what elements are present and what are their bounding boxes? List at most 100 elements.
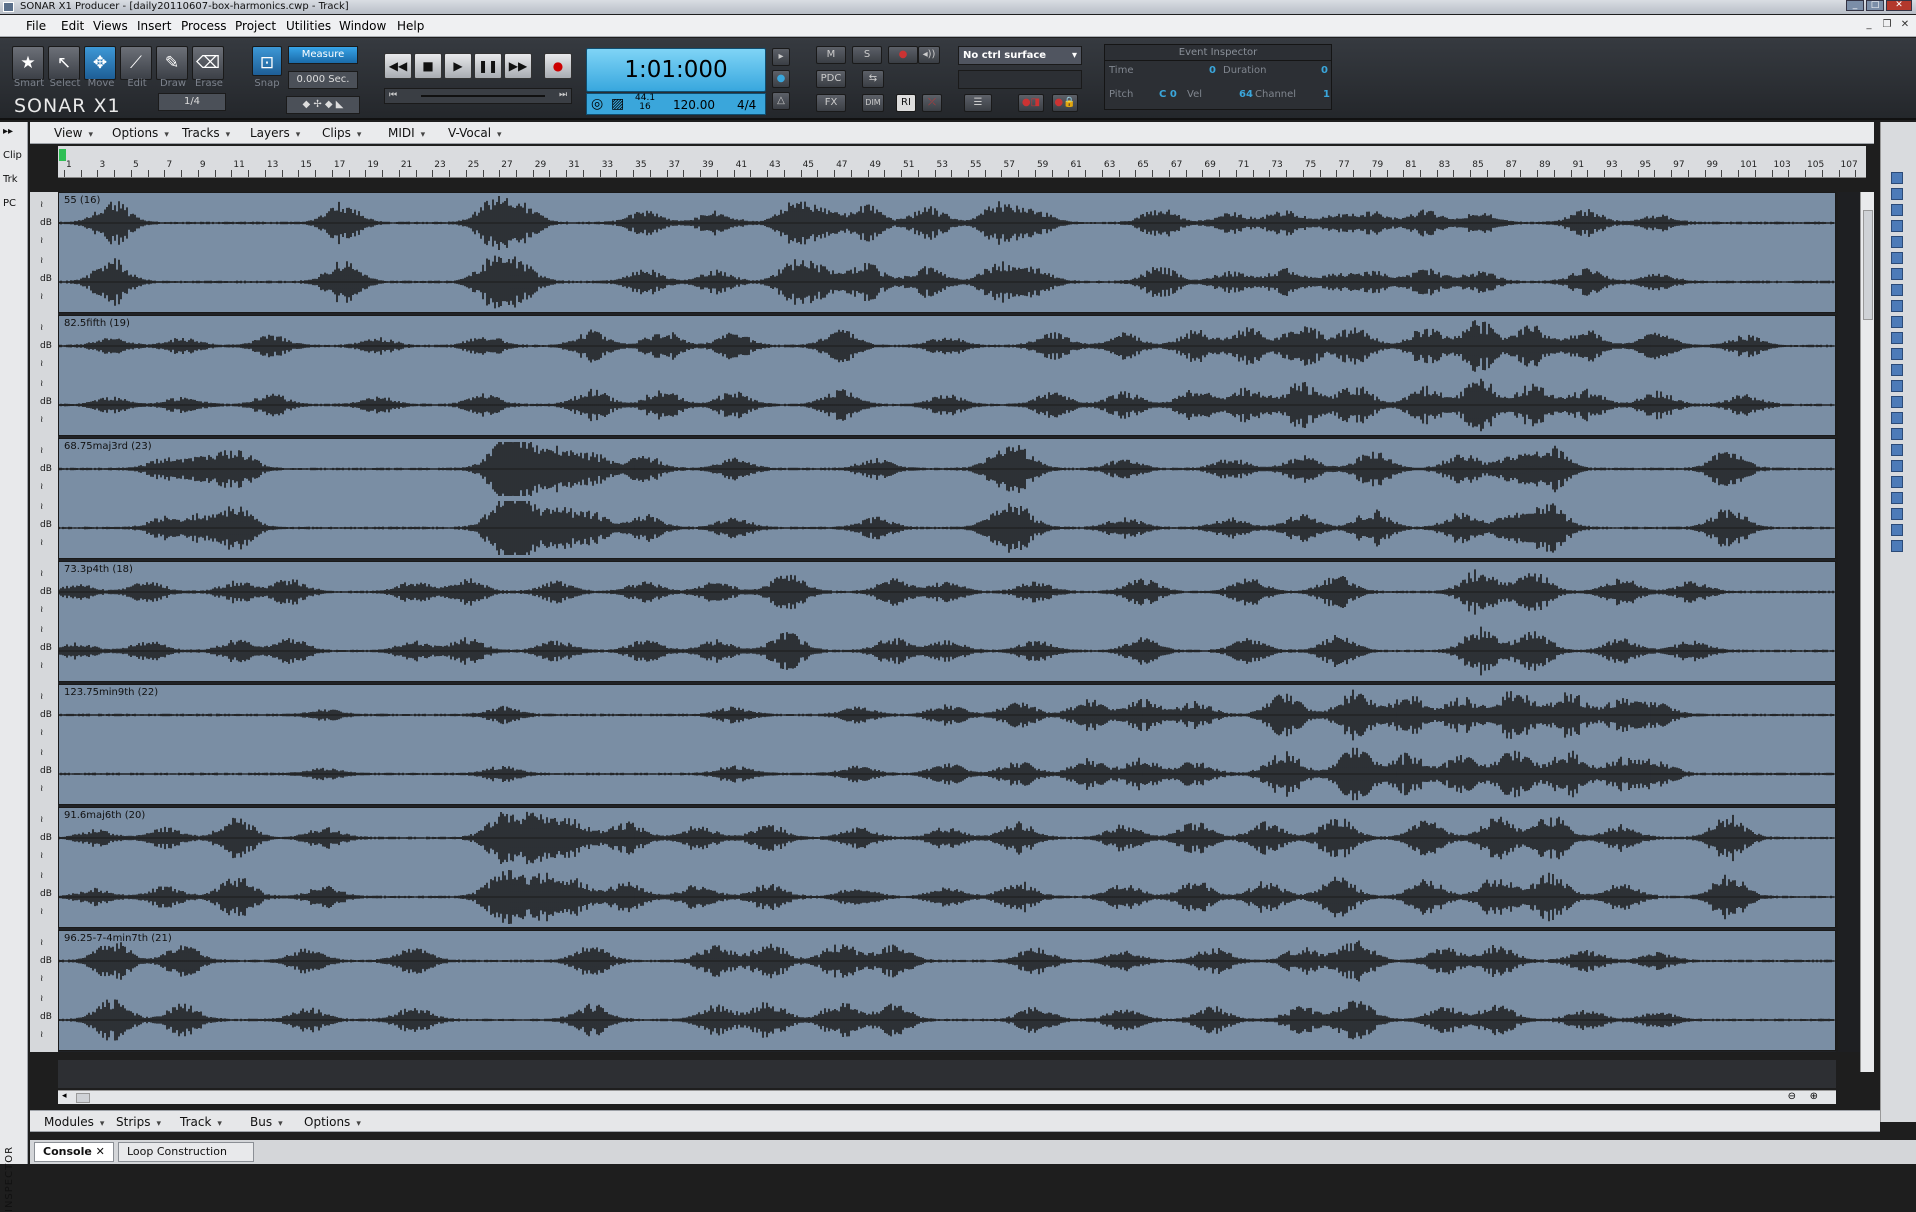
pause-button[interactable]: ❚❚ bbox=[474, 53, 502, 79]
track-clip[interactable]: 82.5fifth (19) bbox=[58, 315, 1836, 436]
track-header-marker[interactable]: ≀ bbox=[40, 851, 43, 861]
browser-icon[interactable] bbox=[1891, 412, 1903, 424]
track-header-marker[interactable]: ≀ bbox=[40, 871, 43, 881]
track-header-marker[interactable]: dB bbox=[40, 274, 52, 284]
track-header-marker[interactable]: ≀ bbox=[40, 907, 43, 917]
menu-layers[interactable]: Layers bbox=[250, 126, 300, 140]
menu-strips[interactable]: Strips bbox=[116, 1115, 161, 1129]
track-header-marker[interactable]: ≀ bbox=[40, 784, 43, 794]
track-header-marker[interactable]: ≀ bbox=[40, 292, 43, 302]
inspector-label[interactable]: INSPECTOR bbox=[4, 1146, 15, 1212]
tab-console[interactable]: Console ✕ bbox=[34, 1142, 114, 1162]
ctrl-surface-select[interactable]: No ctrl surface ▾ bbox=[958, 46, 1082, 65]
now-marker[interactable] bbox=[59, 149, 66, 161]
go-start-icon[interactable]: ⏮ bbox=[389, 90, 397, 100]
menu-help[interactable]: Help bbox=[397, 15, 424, 37]
browser-icon[interactable] bbox=[1891, 236, 1903, 248]
track-clip[interactable]: 91.6maj6th (20) bbox=[58, 807, 1836, 928]
track-clip[interactable]: 96.25-7-4min7th (21) bbox=[58, 930, 1836, 1051]
track-header-marker[interactable]: ≀ bbox=[40, 446, 43, 456]
tool-resolution[interactable]: 1/4 bbox=[158, 93, 226, 111]
menu-midi[interactable]: MIDI bbox=[388, 126, 425, 140]
track-header-marker[interactable]: ≀ bbox=[40, 748, 43, 758]
menu-view[interactable]: View bbox=[54, 126, 93, 140]
menu-edit[interactable]: Edit bbox=[61, 15, 84, 37]
track-header-marker[interactable]: dB bbox=[40, 643, 52, 653]
track-header-marker[interactable]: dB bbox=[40, 889, 52, 899]
tab-pc[interactable]: PC bbox=[3, 198, 25, 209]
track-clip[interactable]: 68.75maj3rd (23) bbox=[58, 438, 1836, 559]
expand-inspector-icon[interactable]: ▸▸ bbox=[3, 126, 25, 137]
browser-icon[interactable] bbox=[1891, 460, 1903, 472]
menu-insert[interactable]: Insert bbox=[137, 15, 171, 37]
track-header-marker[interactable]: dB bbox=[40, 766, 52, 776]
punch-icon[interactable]: ▨ bbox=[611, 96, 624, 112]
close-icon[interactable]: ✕ bbox=[96, 1145, 105, 1158]
lock-button-2[interactable]: ●🔒 bbox=[1052, 94, 1078, 112]
mdi-minimize-button[interactable]: _ bbox=[1862, 19, 1876, 31]
track-header-marker[interactable]: ≀ bbox=[40, 625, 43, 635]
track-header-marker[interactable]: dB bbox=[40, 397, 52, 407]
draw-tool-button[interactable]: ✎ bbox=[156, 46, 188, 80]
browser-icon[interactable] bbox=[1891, 540, 1903, 552]
browser-icon[interactable] bbox=[1891, 252, 1903, 264]
erase-tool-button[interactable]: ⌫ bbox=[192, 46, 224, 80]
track-header-marker[interactable]: ≀ bbox=[40, 815, 43, 825]
move-tool-button[interactable]: ✥ bbox=[84, 46, 116, 80]
edit-tool-button[interactable]: ⟋ bbox=[120, 46, 152, 80]
browser-icon[interactable] bbox=[1891, 444, 1903, 456]
metronome-button[interactable]: △ bbox=[772, 92, 790, 110]
track-header-marker[interactable]: ≀ bbox=[40, 605, 43, 615]
tab-trk[interactable]: Trk bbox=[3, 174, 25, 185]
browser-icon[interactable] bbox=[1891, 348, 1903, 360]
browser-icon[interactable] bbox=[1891, 284, 1903, 296]
browser-icon[interactable] bbox=[1891, 428, 1903, 440]
browser-icon[interactable] bbox=[1891, 396, 1903, 408]
track-header-marker[interactable]: ≀ bbox=[40, 359, 43, 369]
track-header-marker[interactable]: ≀ bbox=[40, 569, 43, 579]
zoom-out-icon[interactable]: ⊖ bbox=[1788, 1091, 1796, 1102]
track-header-marker[interactable]: ≀ bbox=[40, 938, 43, 948]
track-header-marker[interactable]: ≀ bbox=[40, 502, 43, 512]
track-header-marker[interactable]: ≀ bbox=[40, 661, 43, 671]
close-button[interactable]: ✕ bbox=[1886, 0, 1912, 11]
stop-button[interactable]: ■ bbox=[414, 53, 442, 79]
menu-console-options[interactable]: Options bbox=[304, 1115, 361, 1129]
echo-button[interactable]: ◂)) bbox=[918, 46, 940, 64]
vertical-scrollbar[interactable] bbox=[1860, 192, 1874, 1072]
zoom-in-icon[interactable]: ⊕ bbox=[1810, 1091, 1818, 1102]
scroll-left-icon[interactable]: ◂ bbox=[62, 1091, 67, 1101]
sync-button[interactable]: ⇆ bbox=[862, 70, 884, 88]
track-header-marker[interactable]: dB bbox=[40, 464, 52, 474]
browser-icon[interactable] bbox=[1891, 364, 1903, 376]
channel-value[interactable]: 1 bbox=[1323, 89, 1330, 100]
track-header-marker[interactable]: ≀ bbox=[40, 692, 43, 702]
browser-icon[interactable] bbox=[1891, 508, 1903, 520]
mute-button[interactable]: M bbox=[816, 46, 846, 64]
solo-button[interactable]: S bbox=[852, 46, 882, 64]
tempo-field[interactable]: 120.00 bbox=[673, 98, 715, 112]
track-header-marker[interactable]: dB bbox=[40, 1012, 52, 1022]
meter-field[interactable]: 4/4 bbox=[737, 98, 756, 112]
track-header-marker[interactable]: ≀ bbox=[40, 323, 43, 333]
browser-icon[interactable] bbox=[1891, 316, 1903, 328]
select-tool-button[interactable]: ↖ bbox=[48, 46, 80, 80]
pdc-button[interactable]: PDC bbox=[816, 70, 846, 88]
vel-value[interactable]: 64 bbox=[1239, 89, 1253, 100]
list-button[interactable]: ☰ bbox=[964, 94, 992, 112]
clock-play-button[interactable]: ▸ bbox=[772, 48, 790, 66]
duration-value[interactable]: 0 bbox=[1321, 65, 1328, 76]
browser-icon[interactable] bbox=[1891, 220, 1903, 232]
mdi-restore-button[interactable]: ❐ bbox=[1880, 19, 1894, 31]
menu-process[interactable]: Process bbox=[181, 15, 227, 37]
track-header-marker[interactable]: ≀ bbox=[40, 728, 43, 738]
scroll-thumb[interactable] bbox=[1863, 210, 1873, 320]
browser-icon[interactable] bbox=[1891, 300, 1903, 312]
track-clip[interactable]: 73.3p4th (18) bbox=[58, 561, 1836, 682]
track-header-marker[interactable]: ≀ bbox=[40, 256, 43, 266]
menu-modules[interactable]: Modules bbox=[44, 1115, 104, 1129]
menu-bus[interactable]: Bus bbox=[250, 1115, 283, 1129]
track-header-marker[interactable]: ≀ bbox=[40, 538, 43, 548]
track-header-marker[interactable]: dB bbox=[40, 218, 52, 228]
browser-icon[interactable] bbox=[1891, 188, 1903, 200]
